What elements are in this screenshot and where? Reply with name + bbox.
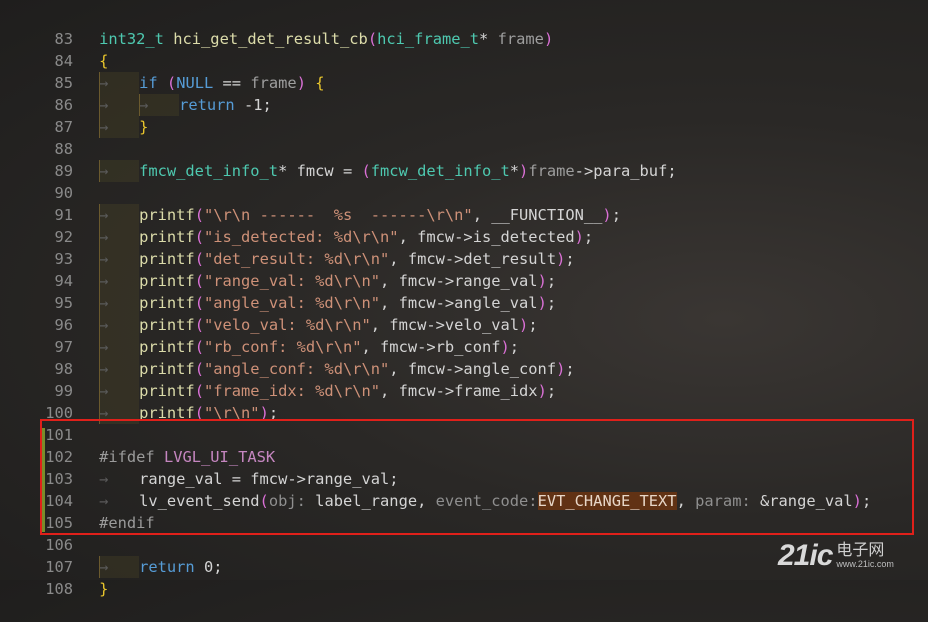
token-string: "\r\n" xyxy=(203,404,260,422)
token-code: ; xyxy=(861,492,872,510)
token-paren: ) xyxy=(543,30,554,48)
token-paren: ) xyxy=(519,162,529,180)
code-line[interactable]: 97 → printf("rb_conf: %d\r\n", fmcw->rb_co… xyxy=(0,314,519,358)
token-type: int32_t xyxy=(99,30,164,48)
token-value: 0; xyxy=(194,558,223,576)
token-paren: ) xyxy=(556,360,566,378)
code-line[interactable]: 84{ xyxy=(0,28,109,70)
tab-indent: → xyxy=(99,116,140,138)
code-line[interactable]: 89 → fmcw_det_info_t* fmcw = (fmcw_det_inf… xyxy=(0,138,677,182)
token-paren: ( xyxy=(259,492,269,510)
token-op: * xyxy=(509,162,520,180)
code-line[interactable]: 98 → printf("angle_conf: %d\r\n", fmcw->an… xyxy=(0,336,575,380)
token-brace: } xyxy=(139,118,149,136)
token-param: frame xyxy=(497,30,544,48)
token-function: lv_event_send xyxy=(139,492,260,510)
code-line[interactable]: 99 → printf("frame_idx: %d\r\n", fmcw->fra… xyxy=(0,358,556,402)
code-line[interactable]: 88 xyxy=(0,116,99,158)
code-line[interactable]: 94 → printf("range_val: %d\r\n", fmcw->ran… xyxy=(0,248,556,292)
code-line[interactable]: 95 → printf("angle_val: %d\r\n", fmcw->ang… xyxy=(0,270,556,314)
code-line[interactable]: 86 → → return -1; xyxy=(0,72,272,116)
token-code: ; xyxy=(583,228,594,246)
token-code: &range_val xyxy=(750,492,853,510)
watermark: 21ic 电子网 www.21ic.com xyxy=(778,538,894,574)
token-code: ; xyxy=(611,206,621,224)
code-editor[interactable]: 83 int32_t hci_get_det_result_cb(hci_fram… xyxy=(0,0,928,598)
code-line[interactable]: 106 xyxy=(0,512,99,554)
code-line[interactable]: 100 → printf("\r\n"); xyxy=(0,380,278,424)
code-line[interactable]: 96 → printf("velo_val: %d\r\n", fmcw->velo… xyxy=(0,292,538,336)
code-line[interactable]: 104 → lv_event_send(obj: label_range, even… xyxy=(0,468,871,510)
token-code: ; xyxy=(268,404,279,422)
token-code: ; xyxy=(565,250,575,268)
code-line[interactable]: 85 → if (NULL == frame) { xyxy=(0,50,325,94)
token-code: ; xyxy=(528,316,538,334)
token-paren: ) xyxy=(556,250,566,268)
token-code: , xyxy=(676,492,696,510)
code-line[interactable]: 108} xyxy=(0,556,108,598)
token-paren: ) xyxy=(519,316,529,334)
watermark-logo: 21ic xyxy=(778,539,833,572)
code-line[interactable]: 103 → range_val = fmcw->range_val; xyxy=(0,446,398,488)
token-value: -1; xyxy=(234,96,272,114)
inlay-hint: event_code: xyxy=(435,492,538,510)
token-keyword: return xyxy=(179,96,235,114)
token-paren: ( xyxy=(194,404,204,422)
code-line[interactable]: 91 → printf("\r\n ------ %s ------\r\n", _… xyxy=(0,182,621,226)
token-paren: ) xyxy=(852,492,862,510)
token-paren: ) xyxy=(574,228,584,246)
token-paren: ) xyxy=(537,294,547,312)
token-type: hci_frame_t xyxy=(377,30,480,48)
token-type: fmcw_det_info_t xyxy=(370,162,510,180)
token-paren: ( xyxy=(367,30,378,48)
line-number: 108 xyxy=(45,580,74,598)
token-brace: { xyxy=(315,74,325,92)
token-paren: ) xyxy=(296,74,306,92)
token-brace: } xyxy=(99,580,109,598)
token-paren: ) xyxy=(537,382,547,400)
code-line[interactable]: 83 int32_t hci_get_det_result_cb(hci_fram… xyxy=(0,6,554,48)
token-function: printf xyxy=(139,404,195,422)
token-function: hci_get_det_result_cb xyxy=(173,30,368,48)
code-line[interactable]: 92 → printf("is_detected: %d\r\n", fmcw->i… xyxy=(0,204,593,248)
token-code: ; xyxy=(546,382,557,400)
highlighted-token: EVT_CHANGE_TEXT xyxy=(537,492,677,510)
code-line[interactable]: 101 xyxy=(0,402,99,444)
modified-lines-indicator xyxy=(42,428,45,532)
token-code: , fmcw->frame_idx xyxy=(380,382,538,400)
tab-indent: → xyxy=(99,402,140,424)
code-line[interactable]: 90 xyxy=(0,160,99,202)
watermark-url: www.21ic.com xyxy=(836,559,894,569)
code-line[interactable]: 93 → printf("det_result: %d\r\n", fmcw->de… xyxy=(0,226,575,270)
token-code: * fmcw = xyxy=(278,162,362,180)
code-line[interactable]: 107 → return 0; xyxy=(0,534,223,578)
token-code: label_range, xyxy=(305,492,436,510)
token-paren: ) xyxy=(602,206,612,224)
watermark-cn: 电子网 xyxy=(836,542,885,559)
token-paren: ( xyxy=(361,162,371,180)
code-line[interactable]: 105 #endif xyxy=(0,490,154,532)
token-keyword: return xyxy=(139,558,195,576)
token-code: ; xyxy=(546,294,557,312)
inlay-hint: obj: xyxy=(268,492,306,510)
token-code: ->para_buf; xyxy=(574,162,677,180)
token-preprocessor: #endif xyxy=(99,514,155,532)
tab-indent: → xyxy=(99,160,140,182)
inlay-hint: param: xyxy=(695,492,751,510)
token-op: * xyxy=(479,30,489,48)
token-paren: ) xyxy=(259,404,269,422)
token-param: frame xyxy=(528,162,575,180)
code-line[interactable]: 87 →} xyxy=(0,94,148,138)
token-type: fmcw_det_info_t xyxy=(139,162,279,180)
token-code: ; xyxy=(565,360,575,378)
